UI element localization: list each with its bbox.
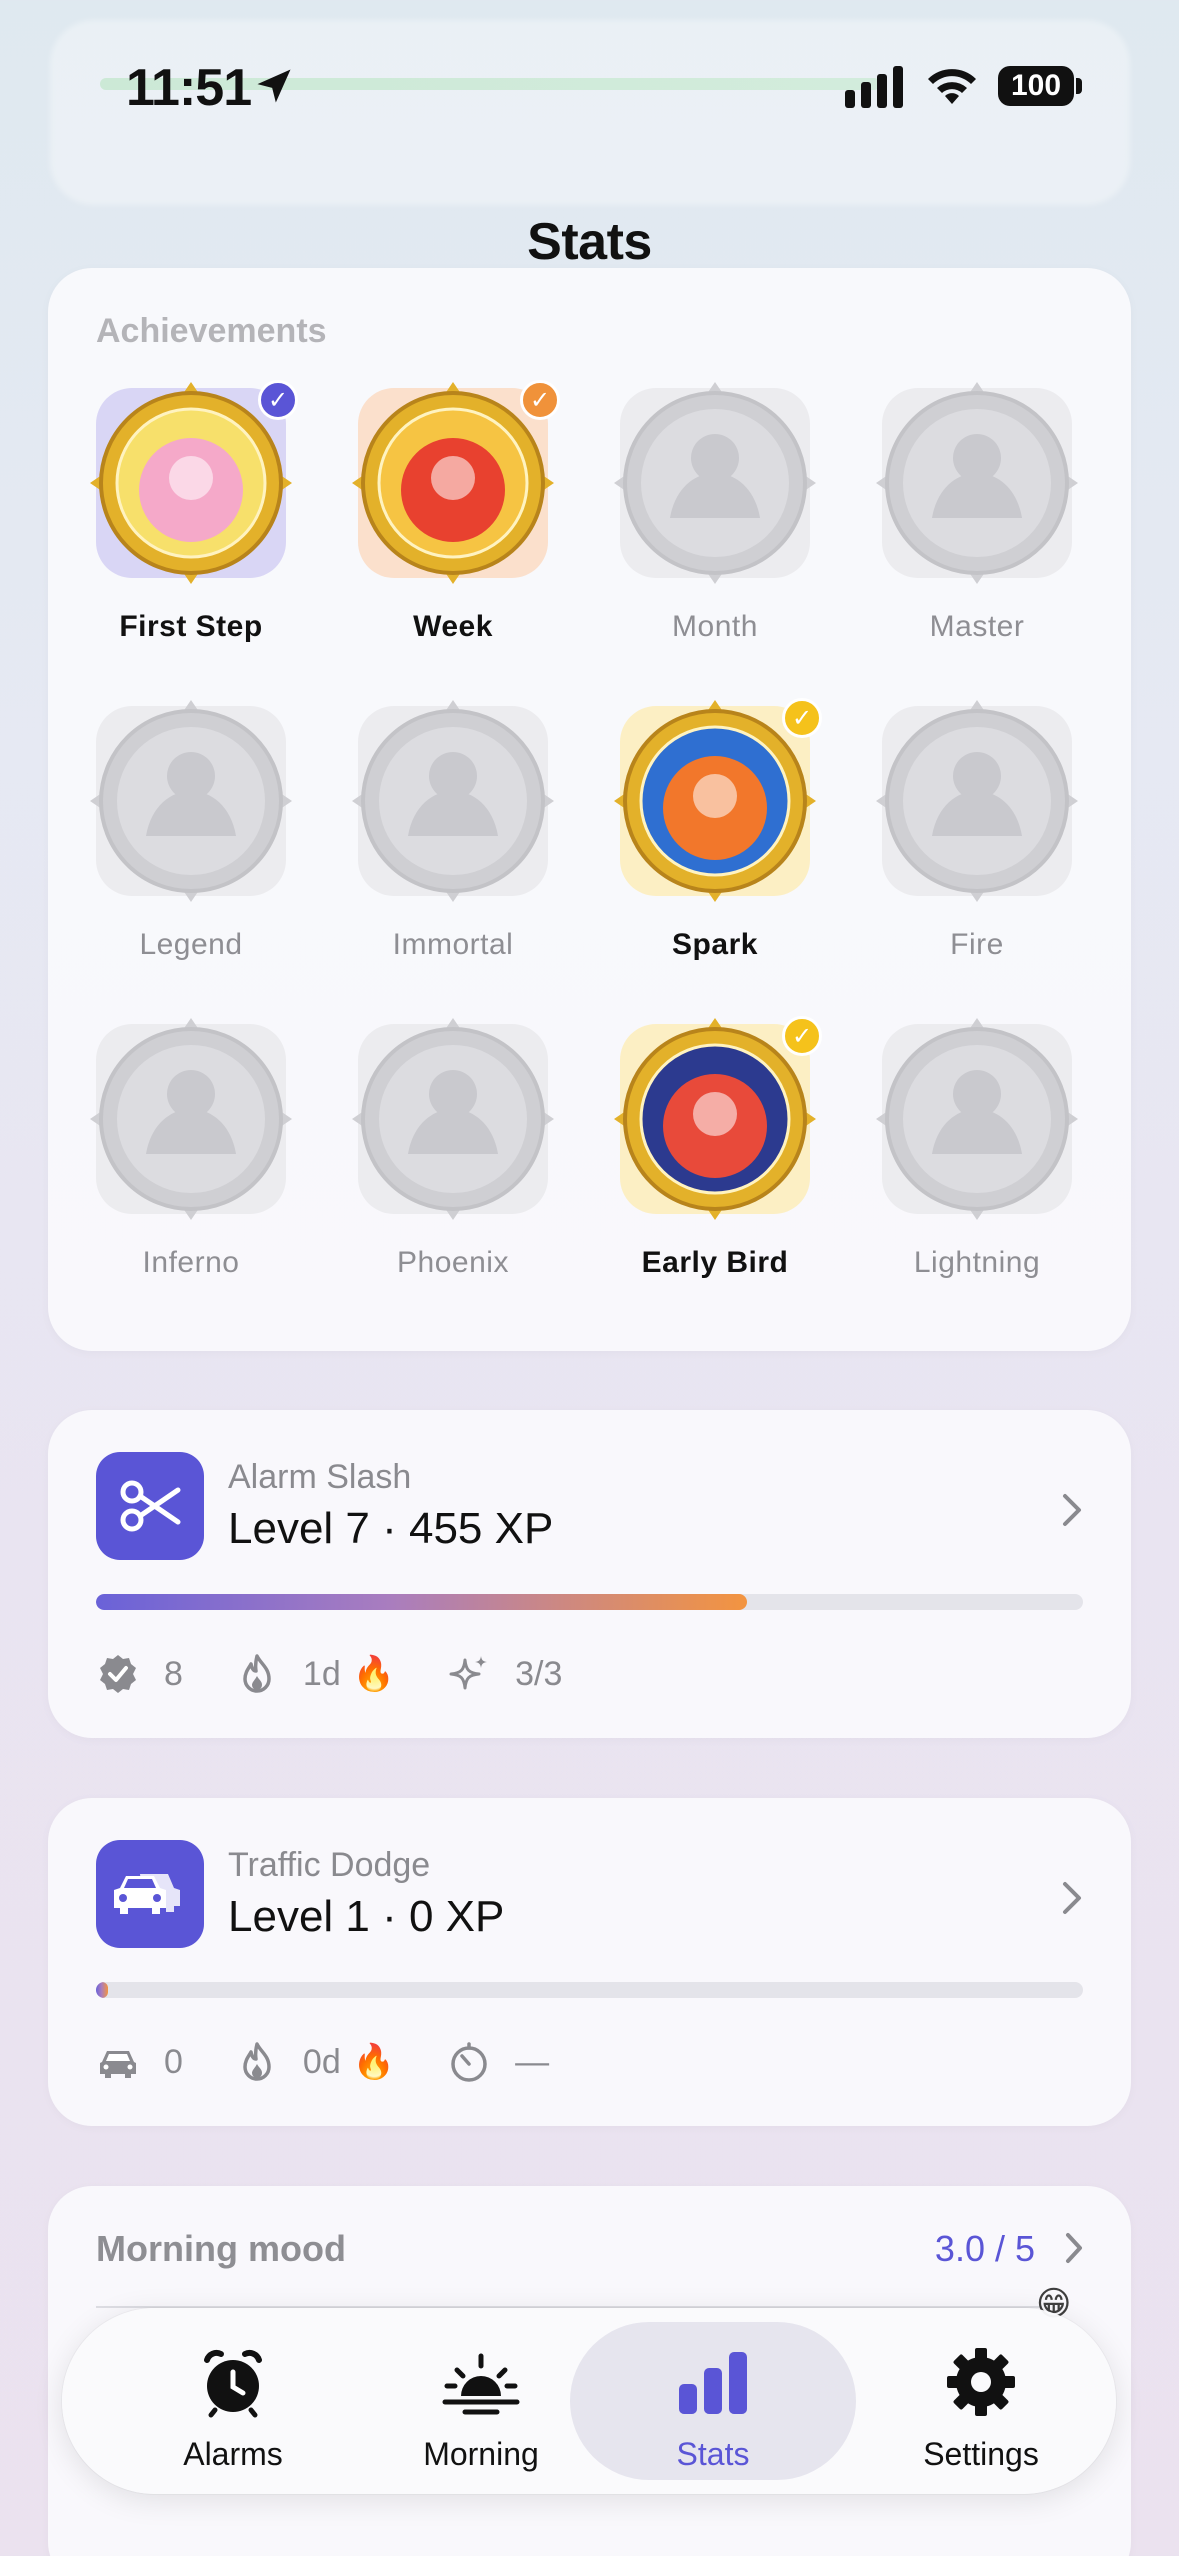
alarm-clock-icon (204, 2349, 262, 2418)
achievement-medal-icon (352, 700, 554, 902)
achievement-month[interactable]: Month (584, 382, 846, 688)
achievement-immortal[interactable]: Immortal (322, 700, 584, 1006)
achievement-early-bird[interactable]: ✓ Early Bird (584, 1016, 846, 1324)
checkmark-icon: ✓ (782, 698, 822, 738)
achievement-inferno[interactable]: Inferno (60, 1018, 322, 1324)
game-stats-row: 8 1d 🔥 3/3 (96, 1650, 614, 1698)
location-arrow-icon (257, 69, 291, 103)
tab-stats[interactable]: Stats (570, 2322, 856, 2480)
achievement-label: Early Bird (641, 1246, 789, 1279)
checkmark-icon: ✓ (520, 380, 560, 420)
achievement-medal-icon (614, 382, 816, 584)
stat-streak: 0d 🔥 (235, 2040, 395, 2084)
sparkles-icon (449, 1656, 488, 1690)
checkmark-icon: ✓ (258, 380, 298, 420)
page-title: Stats (527, 213, 652, 271)
tab-label: Alarms (183, 2436, 283, 2472)
achievement-label: Month (672, 610, 758, 643)
verified-badge-icon (100, 1655, 136, 1693)
achievement-label: Master (929, 610, 1025, 643)
achievement-label: Legend (139, 928, 243, 961)
achievements-header: Achievements (96, 312, 327, 350)
achievement-phoenix[interactable]: Phoenix (322, 1018, 584, 1324)
xp-progress-fill (96, 1594, 748, 1610)
chevron-right-icon (1066, 2233, 1082, 2263)
game-card-alarm-slash[interactable]: Alarm Slash Level 7 · 455 XP 8 1d 🔥 3/3 (48, 1410, 1131, 1738)
gear-icon (947, 2348, 1015, 2416)
tab-settings[interactable]: Settings (858, 2322, 1104, 2480)
xp-progress-fill (96, 1982, 108, 1998)
tab-label: Stats (676, 2436, 750, 2472)
game-name: Alarm Slash (228, 1458, 412, 1496)
achievement-medal-icon (876, 382, 1078, 584)
cars-icon (96, 1840, 204, 1948)
achievement-label: Inferno (142, 1246, 240, 1279)
stat-value: 3/3 (515, 1654, 563, 1693)
cellular-signal-icon (845, 66, 903, 108)
wifi-icon (928, 69, 976, 104)
stat-value: 1d (302, 1654, 341, 1693)
timer-icon (451, 2042, 487, 2082)
fire-emoji: 🔥 (352, 2043, 396, 2081)
stat-value: 8 (164, 1654, 183, 1693)
tab-label: Morning (423, 2436, 539, 2472)
flame-icon (243, 2042, 271, 2081)
battery-indicator: 100 (998, 66, 1074, 106)
achievement-label: Week (413, 610, 493, 643)
status-bar: 11:51 100 (0, 0, 1179, 205)
chevron-right-icon (1063, 1882, 1081, 1914)
tab-bar: Alarms Morning Stats Settings (62, 2308, 1116, 2494)
tab-alarms[interactable]: Alarms (110, 2322, 356, 2480)
chevron-right-icon (1063, 1494, 1081, 1526)
achievement-week[interactable]: ✓ Week (322, 380, 584, 688)
achievement-label: Immortal (392, 928, 514, 961)
flame-icon (243, 1654, 271, 1693)
achievement-label: Phoenix (397, 1246, 509, 1279)
achievement-fire[interactable]: Fire (846, 700, 1108, 1006)
xp-progress-bar (96, 1594, 1083, 1610)
achievement-legend[interactable]: Legend (60, 700, 322, 1006)
stat-streak: 1d 🔥 (235, 1652, 395, 1696)
stat-dodged: 0 (96, 2040, 183, 2084)
stat-value: 0 (164, 2042, 183, 2081)
game-level: Level 1 · 0 XP (228, 1892, 505, 1941)
scissors-icon (96, 1452, 204, 1560)
xp-progress-bar (96, 1982, 1083, 1998)
stat-wins: 8 (96, 1652, 183, 1696)
game-name: Traffic Dodge (228, 1846, 431, 1884)
achievement-first-step[interactable]: ✓ First Step (60, 380, 322, 688)
mood-title: Morning mood (96, 2228, 346, 2269)
achievement-medal-icon (90, 1018, 292, 1220)
achievement-master[interactable]: Master (846, 382, 1108, 688)
stat-value: — (515, 2042, 550, 2081)
game-level: Level 7 · 455 XP (228, 1504, 554, 1553)
game-card-traffic-dodge[interactable]: Traffic Dodge Level 1 · 0 XP 0 0d 🔥 — (48, 1798, 1131, 2126)
achievements-card: Achievements ✓ First Step ✓ Week Month Master… (48, 268, 1131, 1351)
achievement-label: Spark (672, 928, 758, 961)
sunrise-icon (442, 2353, 520, 2415)
mood-average: 3.0 / 5 (934, 2228, 1035, 2269)
battery-nub (1076, 78, 1082, 94)
achievement-medal-icon (876, 700, 1078, 902)
bar-chart-icon (679, 2352, 747, 2414)
achievement-spark[interactable]: ✓ Spark (584, 698, 846, 1006)
stat-sparkles: 3/3 (447, 1652, 562, 1696)
checkmark-icon: ✓ (782, 1016, 822, 1056)
achievement-medal-icon (352, 1018, 554, 1220)
stat-best-time: — (447, 2040, 549, 2084)
achievement-label: Fire (950, 928, 1004, 961)
achievement-medal-icon (876, 1018, 1078, 1220)
achievement-lightning[interactable]: Lightning (846, 1018, 1108, 1324)
tab-morning[interactable]: Morning (358, 2322, 604, 2480)
stat-value: 0d (302, 2042, 341, 2081)
achievement-medal-icon (90, 700, 292, 902)
status-time: 11:51 (126, 59, 252, 117)
game-stats-row: 0 0d 🔥 — (96, 2038, 601, 2086)
fire-emoji: 🔥 (352, 1655, 396, 1693)
achievement-label: Lightning (913, 1246, 1041, 1279)
tab-label: Settings (923, 2436, 1039, 2472)
car-icon (100, 2051, 136, 2078)
achievement-label: First Step (119, 610, 263, 643)
